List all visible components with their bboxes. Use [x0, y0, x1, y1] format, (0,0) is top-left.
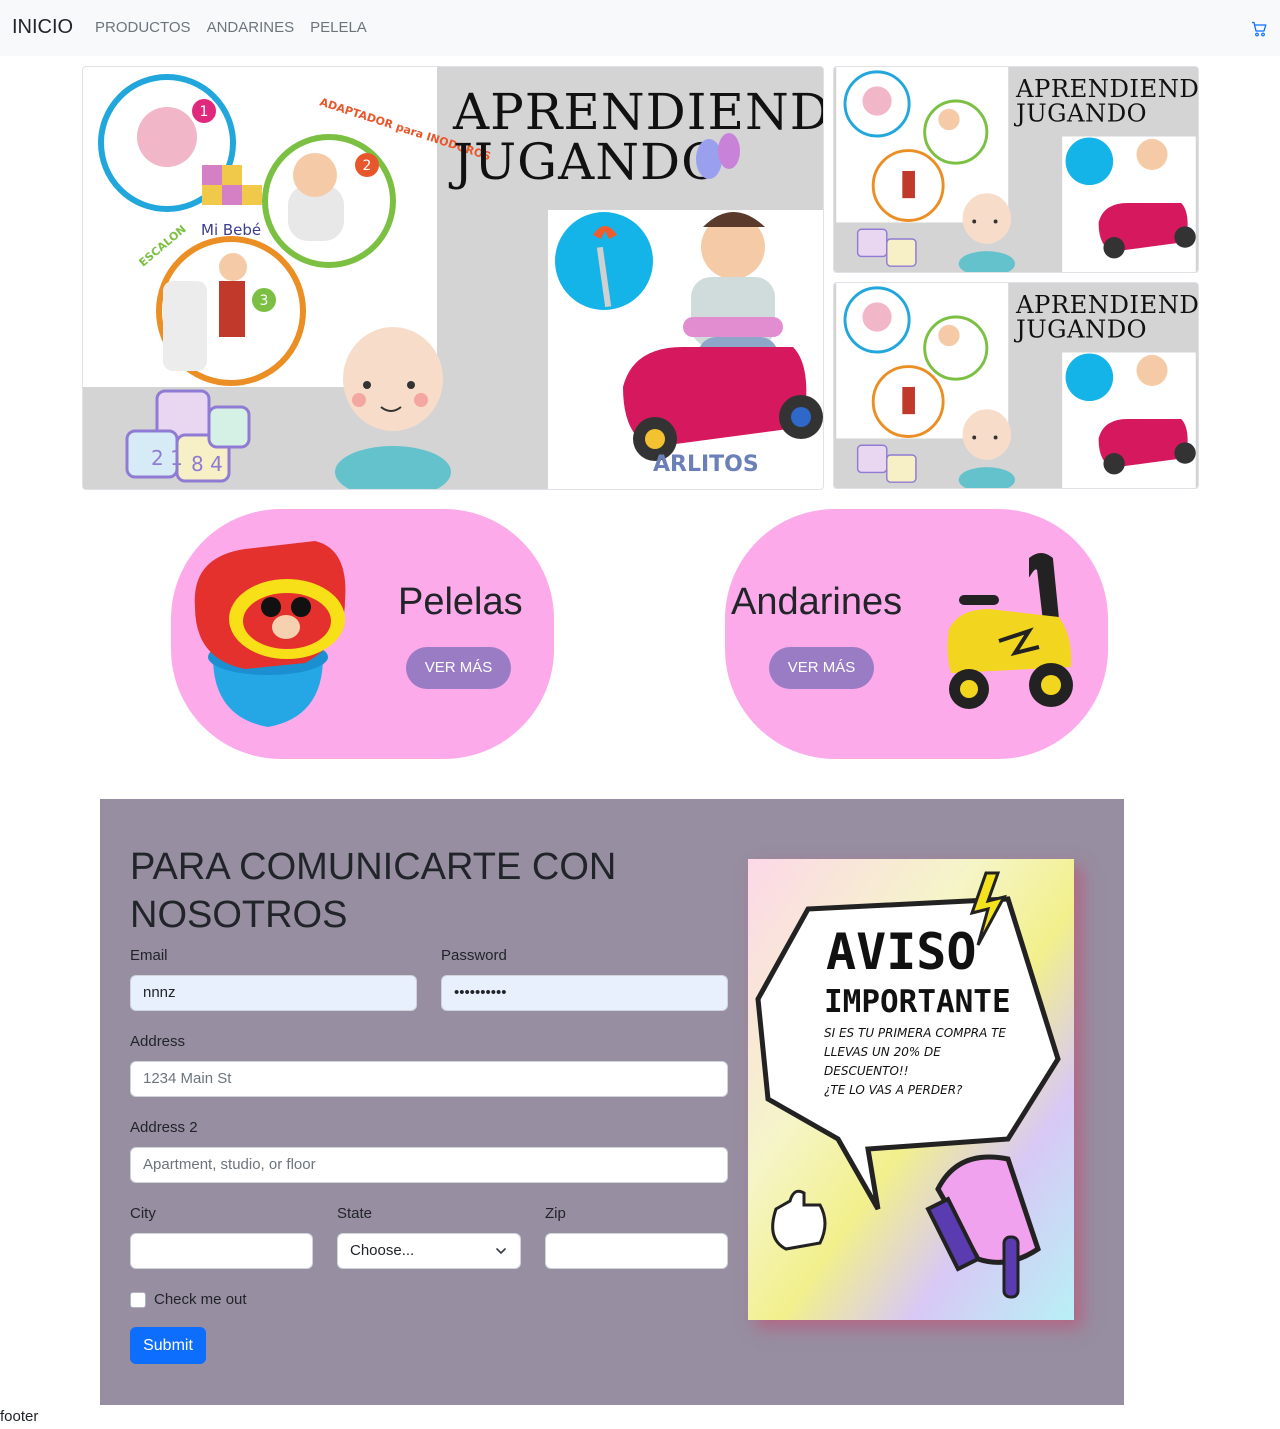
email-label: Email: [130, 947, 168, 964]
svg-text:DESCUENTO!!: DESCUENTO!!: [824, 1064, 909, 1078]
svg-text:2 1: 2 1: [151, 446, 183, 470]
city-label: City: [130, 1205, 156, 1222]
ver-mas-andarines-button[interactable]: VER MÁS: [769, 647, 874, 689]
city-field[interactable]: [130, 1233, 313, 1269]
category-card-andarines: Andarines VER MÁS: [725, 509, 1108, 759]
zip-label: Zip: [545, 1205, 566, 1222]
ride-on-car-image: [947, 553, 1073, 709]
submit-button[interactable]: Submit: [130, 1327, 206, 1364]
svg-text:JUGANDO: JUGANDO: [1013, 98, 1147, 127]
category-title-pelelas: Pelelas: [398, 581, 523, 623]
footer: footer: [0, 1408, 39, 1425]
zip-field[interactable]: [545, 1233, 728, 1269]
address2-field[interactable]: Apartment, studio, or floor: [130, 1147, 728, 1183]
svg-text:IMPORTANTE: IMPORTANTE: [824, 984, 1011, 1020]
email-field[interactable]: nnnz: [130, 975, 417, 1011]
svg-text:3: 3: [260, 293, 269, 309]
ver-mas-pelelas-button[interactable]: VER MÁS: [406, 647, 511, 689]
potty-image: [194, 541, 346, 727]
svg-text:¿TE LO VAS A PERDER?: ¿TE LO VAS A PERDER?: [824, 1083, 963, 1097]
address2-label: Address 2: [130, 1119, 198, 1136]
address-field[interactable]: 1234 Main St: [130, 1061, 728, 1097]
check-me-out-label: Check me out: [154, 1291, 247, 1308]
brand-link[interactable]: INICIO: [12, 16, 73, 39]
svg-text:SI ES TU PRIMERA COMPRA TE: SI ES TU PRIMERA COMPRA TE: [824, 1026, 1006, 1040]
svg-text:1: 1: [200, 104, 209, 120]
svg-text:LLEVAS UN 20% DE: LLEVAS UN 20% DE: [824, 1045, 941, 1059]
state-select[interactable]: Choose...: [337, 1233, 521, 1269]
banner-small-image-2: APRENDIENDO JUGANDO: [833, 282, 1199, 489]
nav-link-andarines[interactable]: ANDARINES: [207, 19, 295, 36]
navbar: INICIO PRODUCTOS ANDARINES PELELA: [0, 0, 1280, 56]
nav-link-productos[interactable]: PRODUCTOS: [95, 19, 191, 36]
state-label: State: [337, 1205, 373, 1222]
contact-heading: PARA COMUNICARTE CON NOSOTROS: [130, 846, 617, 936]
svg-text:AVISO: AVISO: [826, 923, 977, 981]
banner-main-image: 1 2 ADAPTADOR para INODOROS Mi Bebé 3 ES…: [82, 66, 824, 490]
address2-placeholder: Apartment, studio, or floor: [143, 1156, 316, 1173]
contact-section: PARA COMUNICARTE CON NOSOTROS Email nnnz…: [100, 799, 1124, 1405]
svg-text:ARLITOS: ARLITOS: [653, 452, 759, 477]
svg-text:JUGANDO: JUGANDO: [448, 133, 723, 191]
address-label: Address: [130, 1033, 186, 1050]
aviso-importante-image: AVISO IMPORTANTE SI ES TU PRIMERA COMPRA…: [748, 859, 1074, 1320]
category-card-pelelas: Pelelas VER MÁS: [171, 509, 554, 759]
banner-small-image-1: APRENDIENDO JUGANDO: [833, 66, 1199, 273]
nav-link-pelela[interactable]: PELELA: [310, 19, 367, 36]
check-me-out-checkbox[interactable]: [130, 1292, 146, 1308]
password-label: Password: [441, 947, 507, 964]
state-selected-value: Choose...: [350, 1242, 415, 1259]
svg-text:2: 2: [363, 158, 372, 174]
password-field[interactable]: ••••••••••: [441, 975, 728, 1011]
address-placeholder: 1234 Main St: [143, 1070, 232, 1087]
category-title-andarines: Andarines: [731, 581, 903, 623]
svg-text:JUGANDO: JUGANDO: [1013, 314, 1147, 343]
cart-icon[interactable]: [1251, 21, 1267, 37]
nav-links: PRODUCTOS ANDARINES PELELA: [95, 19, 367, 36]
chevron-down-icon: [496, 1248, 506, 1255]
svg-text:8 4: 8 4: [191, 452, 223, 476]
